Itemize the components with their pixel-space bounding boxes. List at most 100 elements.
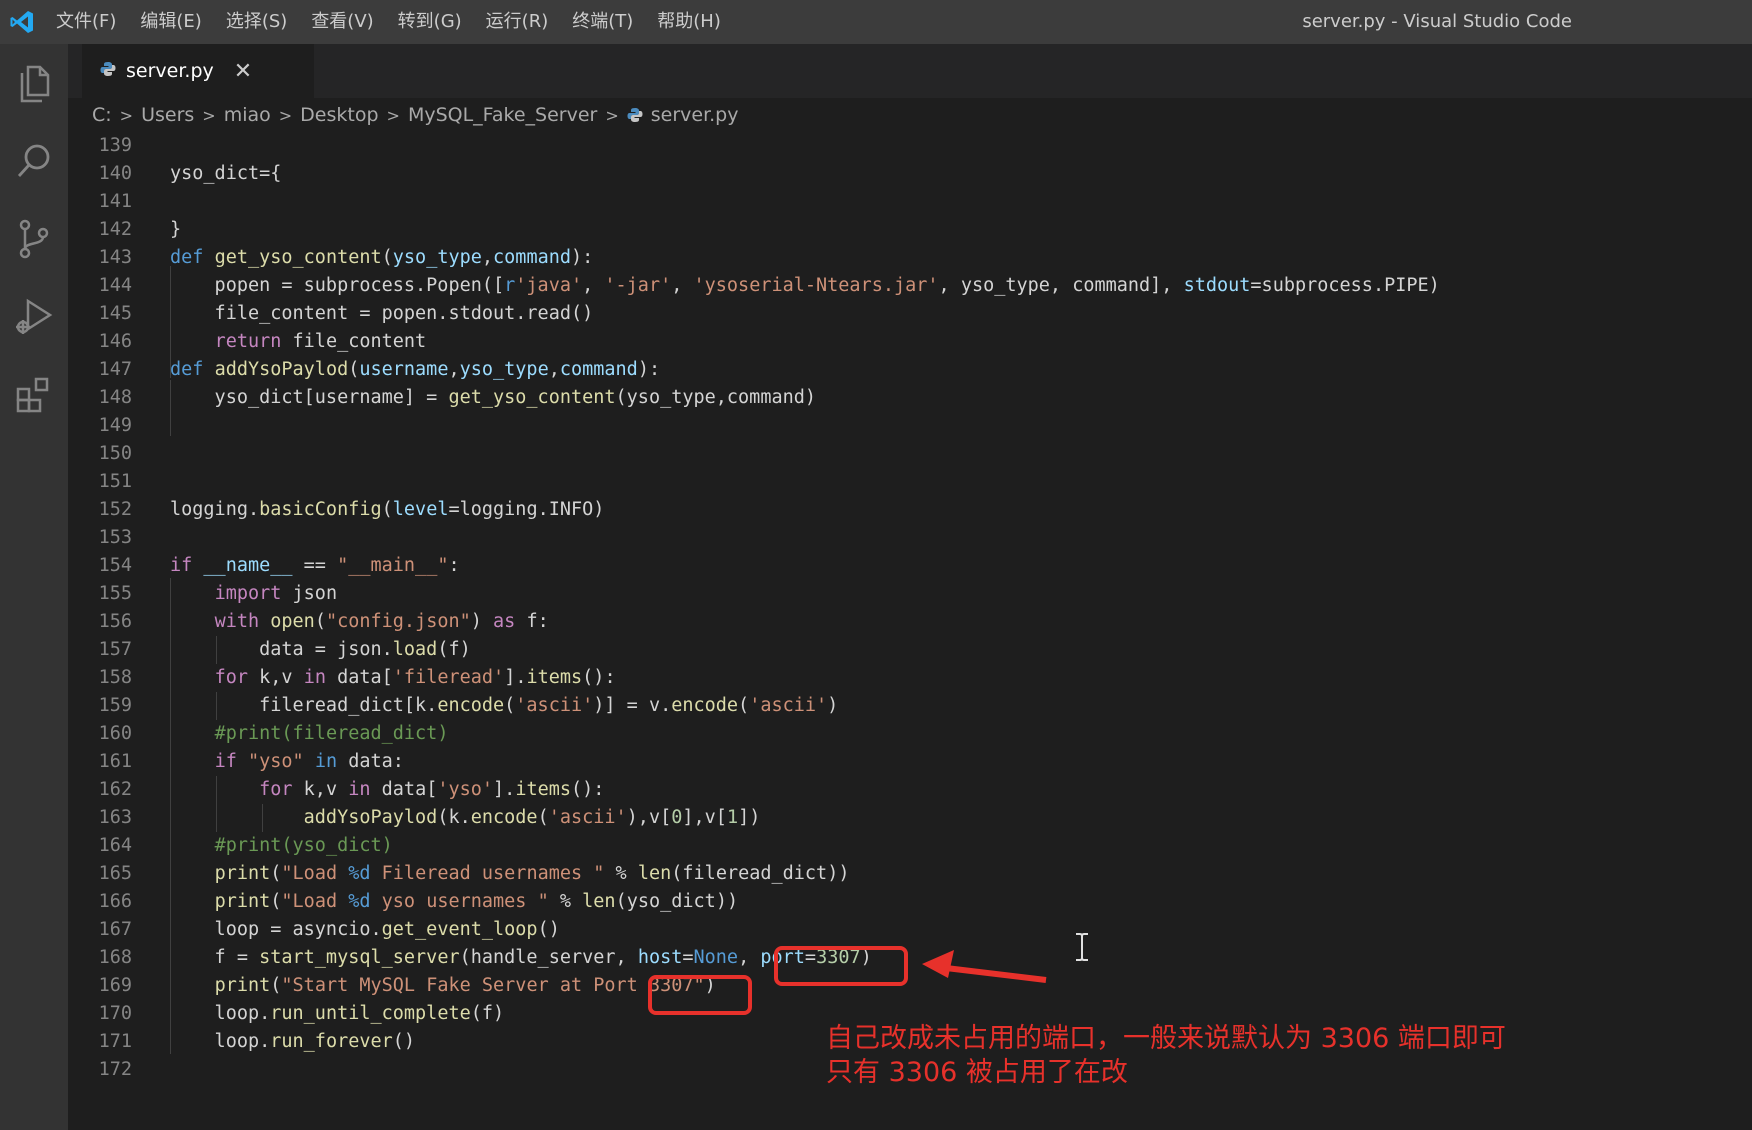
line-number: 160 bbox=[98, 723, 132, 744]
breadcrumb-folder[interactable]: MySQL_Fake_Server bbox=[408, 104, 597, 126]
code-text: #print(fileread_dict) bbox=[214, 723, 449, 744]
code-line: 160 #print(fileread_dict) bbox=[68, 720, 1752, 748]
code-line: 141 bbox=[68, 188, 1752, 216]
line-number: 164 bbox=[98, 835, 132, 856]
line-number: 159 bbox=[98, 695, 132, 716]
code-text: yso_dict[username] = get_yso_content(yso… bbox=[170, 387, 817, 408]
menu-view[interactable]: 查看(V) bbox=[299, 0, 385, 44]
code-text: addYsoPaylod(k.encode('ascii'),v[0],v[1]… bbox=[303, 807, 761, 828]
code-text: loop = asyncio.get_event_loop() bbox=[170, 919, 560, 940]
code-text: #print(yso_dict) bbox=[214, 835, 393, 856]
code-text: loop.run_until_complete(f) bbox=[170, 1003, 505, 1024]
extensions-icon[interactable] bbox=[0, 356, 68, 434]
highlight-box-print-port bbox=[648, 975, 752, 1015]
line-number: 157 bbox=[98, 639, 132, 660]
menu-selection[interactable]: 选择(S) bbox=[214, 0, 299, 44]
run-debug-icon[interactable] bbox=[0, 278, 68, 356]
chevron-right-icon: > bbox=[386, 105, 400, 125]
code-text: def addYsoPaylod(username,yso_type,comma… bbox=[170, 359, 661, 380]
code-line: 165 print("Load %d Fileread usernames " … bbox=[68, 860, 1752, 888]
tab-bar: server.py ✕ bbox=[68, 44, 1752, 98]
code-line: 155 import json bbox=[68, 580, 1752, 608]
python-file-icon bbox=[627, 107, 643, 123]
code-line: 169 print("Start MySQL Fake Server at Po… bbox=[68, 972, 1752, 1000]
code-text: logging.basicConfig(level=logging.INFO) bbox=[170, 499, 605, 520]
code-text: if __name__ == "__main__": bbox=[170, 555, 460, 576]
line-number: 154 bbox=[98, 555, 132, 576]
menu-go[interactable]: 转到(G) bbox=[386, 0, 474, 44]
arrow-left-icon bbox=[922, 950, 1047, 983]
breadcrumb: C: > Users > miao > Desktop > MySQL_Fake… bbox=[68, 98, 1752, 132]
line-number: 158 bbox=[98, 667, 132, 688]
code-text: with open("config.json") as f: bbox=[214, 611, 549, 632]
line-number: 169 bbox=[98, 975, 132, 996]
line-number: 153 bbox=[98, 527, 132, 548]
code-line: 149 bbox=[68, 412, 1752, 440]
code-line: 168 f = start_mysql_server(handle_server… bbox=[68, 944, 1752, 972]
menu-bar: 文件(F) 编辑(E) 选择(S) 查看(V) 转到(G) 运行(R) 终端(T… bbox=[44, 0, 733, 44]
code-line: 161 if "yso" in data: bbox=[68, 748, 1752, 776]
code-text: yso_dict={ bbox=[170, 163, 282, 184]
code-text: } bbox=[170, 219, 182, 240]
chevron-right-icon: > bbox=[605, 105, 619, 125]
breadcrumb-drive[interactable]: C: bbox=[92, 104, 112, 126]
line-number: 168 bbox=[98, 947, 132, 968]
breadcrumb-file[interactable]: server.py bbox=[651, 104, 739, 126]
annotation-note: 自己改成未占用的端口，一般来说默认为 3306 端口即可 只有 3306 被占用… bbox=[826, 1022, 1506, 1090]
line-number: 145 bbox=[98, 303, 132, 324]
breadcrumb-miao[interactable]: miao bbox=[224, 104, 271, 126]
code-text: return file_content bbox=[214, 331, 427, 352]
code-line: 142} bbox=[68, 216, 1752, 244]
code-line: 162 for k,v in data['yso'].items(): bbox=[68, 776, 1752, 804]
annotation-line-1: 自己改成未占用的端口，一般来说默认为 3306 端口即可 bbox=[826, 1023, 1506, 1054]
vscode-logo-icon bbox=[0, 0, 44, 44]
code-text: file_content = popen.stdout.read() bbox=[170, 303, 594, 324]
line-number: 162 bbox=[98, 779, 132, 800]
code-line: 143 def get_yso_content(yso_type,command)… bbox=[68, 244, 1752, 272]
activity-bar bbox=[0, 44, 68, 1130]
line-number: 166 bbox=[98, 891, 132, 912]
line-number: 152 bbox=[98, 499, 132, 520]
menu-file[interactable]: 文件(F) bbox=[44, 0, 128, 44]
tab-server-py[interactable]: server.py ✕ bbox=[82, 44, 314, 98]
python-file-icon bbox=[100, 61, 116, 81]
code-line: 163 addYsoPaylod(k.encode('ascii'),v[0],… bbox=[68, 804, 1752, 832]
code-editor[interactable]: 139 140 yso_dict={ 141 142} 143 def get_ys… bbox=[68, 132, 1752, 1130]
code-line: 157 data = json.load(f) bbox=[68, 636, 1752, 664]
code-line: 154 if __name__ == "__main__": bbox=[68, 552, 1752, 580]
line-number: 146 bbox=[98, 331, 132, 352]
chevron-right-icon: > bbox=[119, 105, 134, 125]
line-number: 163 bbox=[98, 807, 132, 828]
chevron-right-icon: > bbox=[278, 105, 293, 125]
line-number: 167 bbox=[98, 919, 132, 940]
code-line: 158 for k,v in data['fileread'].items(): bbox=[68, 664, 1752, 692]
close-icon[interactable]: ✕ bbox=[234, 59, 252, 84]
line-number: 139 bbox=[98, 135, 132, 156]
code-line: 139 bbox=[68, 132, 1752, 160]
code-text: for k,v in data['fileread'].items(): bbox=[214, 667, 616, 688]
breadcrumb-desktop[interactable]: Desktop bbox=[300, 104, 378, 126]
line-number: 156 bbox=[98, 611, 132, 632]
code-line: 156 with open("config.json") as f: bbox=[68, 608, 1752, 636]
menu-run[interactable]: 运行(R) bbox=[474, 0, 561, 44]
code-line: 146 return file_content bbox=[68, 328, 1752, 356]
text-cursor-icon bbox=[1076, 933, 1088, 961]
line-number: 142 bbox=[98, 219, 132, 240]
menu-edit[interactable]: 编辑(E) bbox=[128, 0, 213, 44]
code-text: if "yso" in data: bbox=[214, 751, 404, 772]
code-text: popen = subprocess.Popen([r'java', '-jar… bbox=[170, 275, 1440, 296]
code-text: data = json.load(f) bbox=[170, 639, 471, 660]
menu-help[interactable]: 帮助(H) bbox=[645, 0, 733, 44]
code-line: 152 logging.basicConfig(level=logging.INF… bbox=[68, 496, 1752, 524]
menu-terminal[interactable]: 终端(T) bbox=[560, 0, 645, 44]
chevron-right-icon: > bbox=[202, 105, 216, 125]
code-text: fileread_dict[k.encode('ascii')] = v.enc… bbox=[170, 695, 839, 716]
line-number: 141 bbox=[98, 191, 132, 212]
line-number: 149 bbox=[98, 415, 132, 436]
code-line: 166 print("Load %d yso usernames " % len… bbox=[68, 888, 1752, 916]
explorer-icon[interactable] bbox=[0, 44, 68, 122]
code-line: 148 yso_dict[username] = get_yso_content… bbox=[68, 384, 1752, 412]
source-control-icon[interactable] bbox=[0, 200, 68, 278]
search-icon[interactable] bbox=[0, 122, 68, 200]
breadcrumb-users[interactable]: Users bbox=[141, 104, 194, 126]
